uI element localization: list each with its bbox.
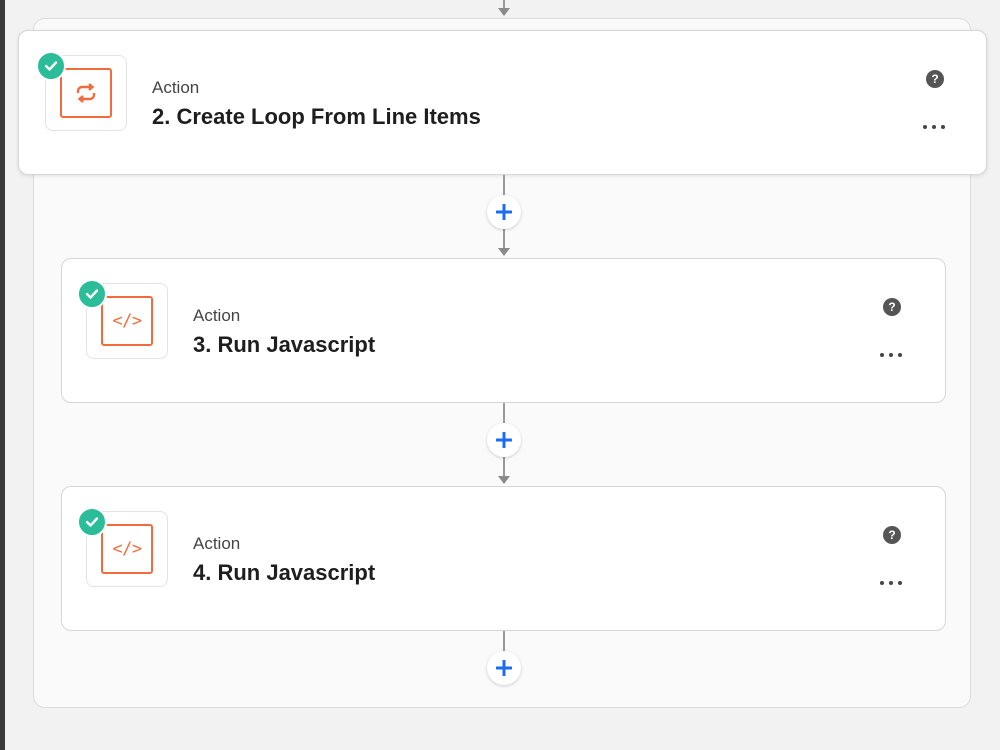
help-icon[interactable]: ? xyxy=(883,298,901,316)
more-options-icon[interactable] xyxy=(923,121,945,133)
more-options-icon[interactable] xyxy=(880,577,902,589)
step-title: 4. Run Javascript xyxy=(193,560,376,585)
connector-after-4 xyxy=(503,631,505,653)
check-icon xyxy=(77,279,107,309)
add-step-button[interactable] xyxy=(487,423,521,457)
zap-editor-canvas: Action 2. Create Loop From Line Items ? … xyxy=(0,0,1000,750)
arrow-down-icon xyxy=(498,476,510,484)
step-title: 2. Create Loop From Line Items xyxy=(152,104,481,129)
check-icon xyxy=(77,507,107,537)
step-card-2[interactable]: Action 2. Create Loop From Line Items ? xyxy=(18,30,987,175)
arrow-down-icon xyxy=(498,8,510,16)
step-card-3[interactable]: </> Action 3. Run Javascript ? xyxy=(61,258,946,403)
window-edge xyxy=(0,0,5,750)
code-icon: </> xyxy=(101,524,153,574)
step-type-label: Action xyxy=(152,78,200,97)
code-icon: </> xyxy=(101,296,153,346)
step-type-label: Action xyxy=(193,534,241,553)
step-title: 3. Run Javascript xyxy=(193,332,376,357)
code-glyph: </> xyxy=(112,539,142,559)
code-glyph: </> xyxy=(112,311,142,331)
more-options-icon[interactable] xyxy=(880,349,902,361)
help-icon[interactable]: ? xyxy=(926,70,944,88)
arrow-down-icon xyxy=(498,248,510,256)
add-step-button[interactable] xyxy=(487,651,521,685)
check-icon xyxy=(36,51,66,81)
step-type-label: Action xyxy=(193,306,241,325)
help-icon[interactable]: ? xyxy=(883,526,901,544)
step-card-4[interactable]: </> Action 4. Run Javascript ? xyxy=(61,486,946,631)
loop-icon xyxy=(60,68,112,118)
add-step-button[interactable] xyxy=(487,195,521,229)
